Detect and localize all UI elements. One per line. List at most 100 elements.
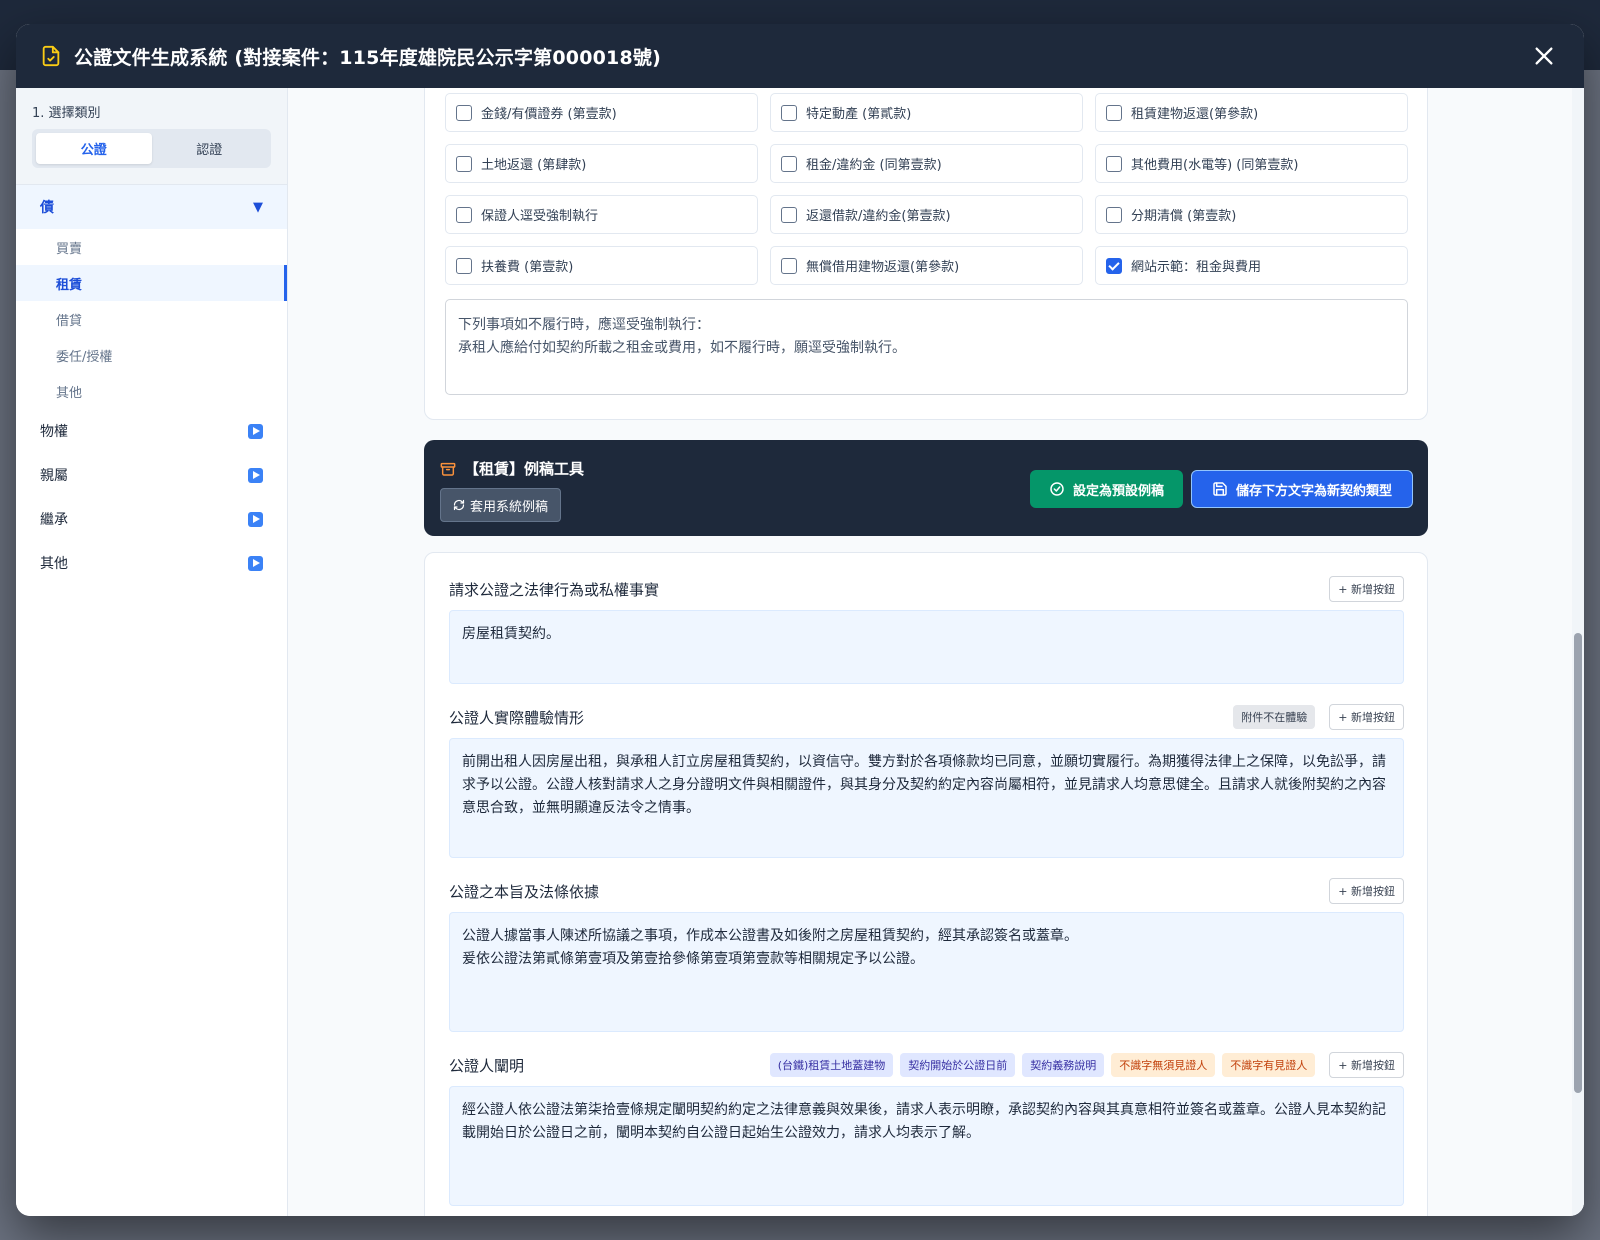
apply-system-template-button[interactable]: 套用系統例稿 xyxy=(440,488,562,522)
section-header: 公證人實際體驗情形 附件不在體驗 + 新增按鈕 xyxy=(449,704,1404,730)
enforcement-options-card: 金錢/有價證券 (第壹款) 特定動產 (第貳款) 租賃建物返還(第參款) 土地返… xyxy=(424,88,1428,420)
archive-icon xyxy=(440,461,456,477)
add-button[interactable]: + 新增按鈕 xyxy=(1329,704,1404,730)
checkbox-guarantor-enforcement[interactable]: 保證人逕受強制執行 xyxy=(445,195,758,234)
tag-attachment-not-experienced[interactable]: 附件不在體驗 xyxy=(1233,705,1316,729)
subitem-loan[interactable]: 借貸 xyxy=(16,301,287,337)
category-debt[interactable]: 債 ▼ xyxy=(16,185,287,229)
add-button[interactable]: + 新增按鈕 xyxy=(1329,878,1404,904)
text-line: 公證人據當事人陳述所協議之事項，作成本公證書及如後附之房屋租賃契約，經其承認簽名… xyxy=(462,928,1078,944)
modal-header: 公證文件生成系統 (對接案件：115年度雄院民公示字第000018號) xyxy=(16,24,1584,88)
seg-notarization[interactable]: 公證 xyxy=(36,133,152,164)
notice-line: 下列事項如不履行時，應逕受強制執行： xyxy=(458,317,710,333)
checkbox-loan-repayment[interactable]: 返還借款/違約金(第壹款) xyxy=(770,195,1083,234)
legal-act-textarea[interactable]: 房屋租賃契約。 xyxy=(449,610,1404,684)
category-inheritance[interactable]: 繼承 xyxy=(16,497,287,541)
category-sidebar: 1. 選擇類別 公證 認證 債 ▼ 買賣 租賃 借貸 委任/授權 其他 物權 親… xyxy=(16,88,288,1216)
seg-certification[interactable]: 認證 xyxy=(152,133,268,164)
section-label: 公證人實際體驗情形 xyxy=(449,708,585,727)
checkbox-box[interactable] xyxy=(781,257,797,274)
play-icon xyxy=(248,555,263,571)
play-icon xyxy=(248,511,263,527)
checkbox-label: 租金/違約金 (同第壹款) xyxy=(806,158,942,173)
tag-contract-before-date[interactable]: 契約開始於公證日前 xyxy=(900,1053,1016,1077)
checkbox-label: 保證人逕受強制執行 xyxy=(481,209,599,224)
text-line: 爰依公證法第貳條第壹項及第壹拾參條第壹項第壹款等相關規定予以公證。 xyxy=(462,951,924,967)
save-new-contract-type-button[interactable]: 儲存下方文字為新契約類型 xyxy=(1191,470,1413,508)
checkbox-box[interactable] xyxy=(456,206,472,223)
checkbox-box[interactable] xyxy=(1106,104,1122,121)
checkbox-label: 其他費用(水電等) (同第壹款) xyxy=(1131,158,1299,173)
section-label: 公證人闡明 xyxy=(449,1056,525,1075)
add-button[interactable]: + 新增按鈕 xyxy=(1329,576,1404,602)
checkbox-installments[interactable]: 分期清償 (第壹款) xyxy=(1095,195,1408,234)
save-icon xyxy=(1212,481,1228,497)
checkbox-other-fees[interactable]: 其他費用(水電等) (同第壹款) xyxy=(1095,144,1408,183)
checkbox-money-securities[interactable]: 金錢/有價證券 (第壹款) xyxy=(445,93,758,132)
toolbar-title-text: 【租賃】例稿工具 xyxy=(464,460,585,478)
play-icon xyxy=(248,467,263,483)
checkbox-alimony[interactable]: 扶養費 (第壹款) xyxy=(445,246,758,285)
scrollbar-track[interactable] xyxy=(1572,88,1584,1216)
tag-contract-duty[interactable]: 契約義務說明 xyxy=(1022,1053,1105,1077)
category-misc[interactable]: 其他 xyxy=(16,541,287,585)
checkbox-box[interactable] xyxy=(456,257,472,274)
checkbox-label: 網站示範：租金與費用 xyxy=(1131,260,1262,275)
section-header: 公證之本旨及法條依據 + 新增按鈕 xyxy=(449,878,1404,904)
checkbox-label: 無償借用建物返還(第參款) xyxy=(806,260,960,275)
tag-rail-lease[interactable]: (台鐵)租賃土地蓋建物 xyxy=(769,1053,894,1077)
checkbox-rent-penalty[interactable]: 租金/違約金 (同第壹款) xyxy=(770,144,1083,183)
checkbox-box[interactable] xyxy=(781,206,797,223)
template-toolbar: 【租賃】例稿工具 套用系統例稿 設定為預設例稿 儲存下方文字為新契約類型 xyxy=(424,440,1428,536)
checkbox-box[interactable] xyxy=(1106,155,1122,172)
category-label: 繼承 xyxy=(40,512,68,528)
modal-body: 1. 選擇類別 公證 認證 債 ▼ 買賣 租賃 借貸 委任/授權 其他 物權 親… xyxy=(16,88,1584,1216)
tag-illiterate-no-witness[interactable]: 不識字無須見證人 xyxy=(1111,1053,1216,1077)
checkbox-box[interactable] xyxy=(456,155,472,172)
main-content: 金錢/有價證券 (第壹款) 特定動產 (第貳款) 租賃建物返還(第參款) 土地返… xyxy=(288,88,1584,1216)
document-check-icon xyxy=(40,45,62,67)
set-default-template-button[interactable]: 設定為預設例稿 xyxy=(1030,470,1183,508)
checkbox-land-return[interactable]: 土地返還 (第肆款) xyxy=(445,144,758,183)
enforcement-checkbox-grid: 金錢/有價證券 (第壹款) 特定動產 (第貳款) 租賃建物返還(第參款) 土地返… xyxy=(445,93,1408,285)
checkbox-box[interactable] xyxy=(781,104,797,121)
explanation-textarea[interactable]: 經公證人依公證法第柒拾壹條規定闡明契約約定之法律意義與效果後，請求人表示明瞭，承… xyxy=(449,1086,1404,1206)
tag-illiterate-witness[interactable]: 不識字有見證人 xyxy=(1222,1053,1316,1077)
checkbox-box-checked[interactable] xyxy=(1106,257,1122,274)
checkbox-label: 扶養費 (第壹款) xyxy=(481,260,574,275)
scrollbar-thumb[interactable] xyxy=(1574,633,1582,1093)
checkbox-free-loan-building[interactable]: 無償借用建物返還(第參款) xyxy=(770,246,1083,285)
category-label: 親屬 xyxy=(40,468,68,484)
apply-label: 套用系統例稿 xyxy=(470,499,549,515)
checkbox-box[interactable] xyxy=(456,104,472,121)
section-label: 請求公證之法律行為或私權事實 xyxy=(449,580,660,599)
type-segmented-control: 公證 認證 xyxy=(32,129,271,168)
subitem-mandate[interactable]: 委任/授權 xyxy=(16,337,287,373)
document-sections-card: 請求公證之法律行為或私權事實 + 新增按鈕 房屋租賃契約。 公證人實際體驗情形 … xyxy=(424,552,1428,1216)
refresh-icon xyxy=(453,499,465,511)
check-circle-icon xyxy=(1049,481,1065,497)
triangle-down-icon: ▼ xyxy=(253,199,263,215)
checkbox-label: 土地返還 (第肆款) xyxy=(481,158,587,173)
enforcement-clause-textarea[interactable]: 下列事項如不履行時，應逕受強制執行： 承租人應給付如契約所載之租金或費用，如不履… xyxy=(445,299,1408,395)
checkbox-lease-building-return[interactable]: 租賃建物返還(第參款) xyxy=(1095,93,1408,132)
section-label: 公證之本旨及法條依據 xyxy=(449,882,600,901)
category-label: 其他 xyxy=(40,556,68,572)
category-property[interactable]: 物權 xyxy=(16,409,287,453)
set-default-label: 設定為預設例稿 xyxy=(1072,483,1164,499)
checkbox-box[interactable] xyxy=(781,155,797,172)
play-icon xyxy=(248,423,263,439)
subitem-other[interactable]: 其他 xyxy=(16,373,287,409)
checkbox-label: 租賃建物返還(第參款) xyxy=(1131,107,1259,122)
category-family[interactable]: 親屬 xyxy=(16,453,287,497)
checkbox-box[interactable] xyxy=(1106,206,1122,223)
subitem-sale[interactable]: 買賣 xyxy=(16,229,287,265)
add-button[interactable]: + 新增按鈕 xyxy=(1329,1052,1404,1078)
subitem-lease[interactable]: 租賃 xyxy=(16,265,287,301)
experience-textarea[interactable]: 前開出租人因房屋出租，與承租人訂立房屋租賃契約，以資信守。雙方對於各項條款均已同… xyxy=(449,738,1404,858)
purpose-textarea[interactable]: 公證人據當事人陳述所協議之事項，作成本公證書及如後附之房屋租賃契約，經其承認簽名… xyxy=(449,912,1404,1032)
checkbox-website-demo[interactable]: 網站示範：租金與費用 xyxy=(1095,246,1408,285)
close-button[interactable] xyxy=(1528,40,1560,72)
checkbox-label: 特定動產 (第貳款) xyxy=(806,107,912,122)
checkbox-specific-movables[interactable]: 特定動產 (第貳款) xyxy=(770,93,1083,132)
